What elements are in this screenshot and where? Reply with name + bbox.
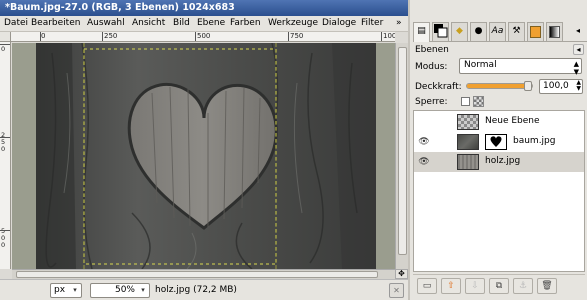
- pattern-icon[interactable]: [527, 22, 544, 41]
- font-icon[interactable]: Aa: [489, 22, 506, 41]
- layer-name[interactable]: baum.jpg: [513, 136, 556, 146]
- ruler-corner[interactable]: [0, 32, 11, 42]
- ruler-tick: [288, 32, 289, 41]
- menu-bild[interactable]: Bild: [173, 18, 190, 28]
- scroll-thumb[interactable]: [16, 271, 378, 278]
- panel-title: Ebenen: [415, 45, 449, 55]
- menu-bearbeiten[interactable]: Bearbeiten: [31, 18, 80, 28]
- layer-name[interactable]: Neue Ebene: [485, 116, 540, 126]
- status-bar: px ▾ 50% ▾ holz.jpg (72,2 MB) ✕: [0, 279, 408, 300]
- eye-icon[interactable]: 👁: [417, 137, 431, 147]
- ruler-tick: [0, 137, 10, 138]
- menu-ebene[interactable]: Ebene: [197, 18, 225, 28]
- menu-ansicht[interactable]: Ansicht: [132, 18, 165, 28]
- opacity-fill: [467, 84, 532, 88]
- layers-dock: ▤ ◆ ● Aa ⚒ ◂ Ebenen ◂ Modus: Normal ▲ ▼ D…: [408, 0, 587, 300]
- ruler-label: 750: [290, 32, 304, 40]
- gradient-icon[interactable]: [546, 22, 563, 41]
- ruler-tick: [40, 32, 41, 41]
- mode-value: Normal: [464, 60, 497, 70]
- layer-row-neue-ebene[interactable]: Neue Ebene: [414, 112, 584, 132]
- ruler-label: 0: [1, 145, 6, 153]
- mode-label: Modus:: [415, 62, 448, 72]
- title-bar: *Baum.jpg-27.0 (RGB, 3 Ebenen) 1024x683: [0, 0, 408, 16]
- layer-row-holz[interactable]: 👁 holz.jpg: [414, 152, 584, 172]
- lock-label: Sperre:: [415, 97, 448, 107]
- chevron-down-icon: ▾: [73, 286, 77, 294]
- menu-werkzeuge[interactable]: Werkzeuge: [268, 18, 318, 28]
- lock-alpha-checkbox[interactable]: [461, 97, 470, 106]
- image-bark-heart: [12, 43, 395, 269]
- menu-farben[interactable]: Farben: [230, 18, 261, 28]
- brush-icon[interactable]: ◆: [451, 22, 468, 41]
- layer-thumbnail: [457, 134, 479, 150]
- vertical-ruler[interactable]: 0 2 5 0 5 0 0: [0, 42, 11, 269]
- ruler-label: 250: [104, 32, 118, 40]
- layers-tab-icon[interactable]: ▤: [413, 22, 430, 42]
- menu-dialoge[interactable]: Dialoge: [322, 18, 356, 28]
- scroll-thumb[interactable]: [398, 47, 407, 255]
- chevron-down-icon: ▾: [141, 286, 145, 294]
- window-title: *Baum.jpg-27.0 (RGB, 3 Ebenen) 1024x683: [5, 2, 235, 13]
- ruler-label: 0: [41, 32, 46, 40]
- opacity-input[interactable]: 100,0 ▲ ▼: [539, 79, 583, 94]
- horizontal-scrollbar[interactable]: [12, 269, 395, 279]
- heart-mask-icon: [490, 136, 502, 147]
- ruler-tick: [0, 230, 10, 231]
- image-canvas[interactable]: [12, 43, 395, 269]
- new-layer-icon[interactable]: ▭: [417, 278, 437, 294]
- layer-mask-thumbnail[interactable]: [485, 134, 507, 150]
- vertical-scrollbar[interactable]: [395, 43, 408, 269]
- dock-tab-bar: ▤ ◆ ● Aa ⚒: [413, 22, 587, 42]
- panel-menu-icon[interactable]: ◂: [573, 44, 584, 55]
- opacity-handle[interactable]: [524, 81, 532, 91]
- opacity-label: Deckkraft:: [415, 82, 462, 92]
- unit-select[interactable]: px ▾: [50, 283, 82, 298]
- lock-alpha-icon: [473, 96, 484, 107]
- raise-layer-icon[interactable]: ⇧: [441, 278, 461, 294]
- zoom-select[interactable]: 50% ▾: [90, 283, 150, 298]
- fg-bg-color-icon[interactable]: [432, 22, 449, 41]
- ruler-label: 1000: [383, 32, 395, 40]
- layer-thumbnail: [457, 114, 479, 130]
- layer-list[interactable]: Neue Ebene 👁 baum.jpg 👁 holz.jpg: [413, 110, 585, 272]
- opacity-slider[interactable]: [466, 81, 533, 91]
- image-window: *Baum.jpg-27.0 (RGB, 3 Ebenen) 1024x683 …: [0, 0, 408, 300]
- navigate-icon[interactable]: ✥: [395, 269, 408, 279]
- anchor-layer-icon[interactable]: ⚓: [513, 278, 533, 294]
- layer-buttons: ▭ ⇧ ⇩ ⧉ ⚓ 🗑: [413, 274, 585, 296]
- cancel-icon[interactable]: ✕: [389, 283, 404, 298]
- horizontal-ruler[interactable]: 0 250 500 750 1000: [11, 32, 395, 42]
- opacity-value: 100,0: [543, 81, 569, 91]
- layer-row-baum[interactable]: 👁 baum.jpg: [414, 132, 584, 152]
- tools-icon[interactable]: ⚒: [508, 22, 525, 41]
- layer-name[interactable]: holz.jpg: [485, 156, 520, 166]
- menu-more[interactable]: »: [396, 18, 402, 28]
- ruler-tick: [102, 32, 103, 41]
- layer-thumbnail: [457, 154, 479, 170]
- menu-bar: Datei Bearbeiten Auswahl Ansicht Bild Eb…: [0, 16, 408, 32]
- unit-value: px: [54, 285, 66, 295]
- spin-arrows-icon[interactable]: ▲ ▼: [576, 80, 581, 92]
- lower-layer-icon[interactable]: ⇩: [465, 278, 485, 294]
- color-swatch-icon: [434, 24, 448, 38]
- dock-menu-arrow-icon[interactable]: ◂: [576, 26, 580, 35]
- ruler-tick: [195, 32, 196, 41]
- menu-auswahl[interactable]: Auswahl: [87, 18, 125, 28]
- ruler-tick: [381, 32, 382, 41]
- status-text: holz.jpg (72,2 MB): [155, 285, 237, 295]
- delete-layer-icon[interactable]: 🗑: [537, 278, 557, 294]
- chevron-down-icon: ▲ ▼: [573, 60, 579, 76]
- brush-dot-icon[interactable]: ●: [470, 22, 487, 41]
- ruler-label: 0: [1, 45, 6, 53]
- menu-datei[interactable]: Datei: [4, 18, 28, 28]
- eye-icon[interactable]: 👁: [417, 157, 431, 167]
- menu-filter[interactable]: Filter: [361, 18, 383, 28]
- mode-select[interactable]: Normal ▲ ▼: [459, 58, 582, 76]
- zoom-value: 50%: [114, 285, 135, 295]
- ruler-label: 500: [197, 32, 211, 40]
- ruler-tick: [0, 44, 10, 45]
- duplicate-layer-icon[interactable]: ⧉: [489, 278, 509, 294]
- ruler-label: 0: [1, 241, 6, 249]
